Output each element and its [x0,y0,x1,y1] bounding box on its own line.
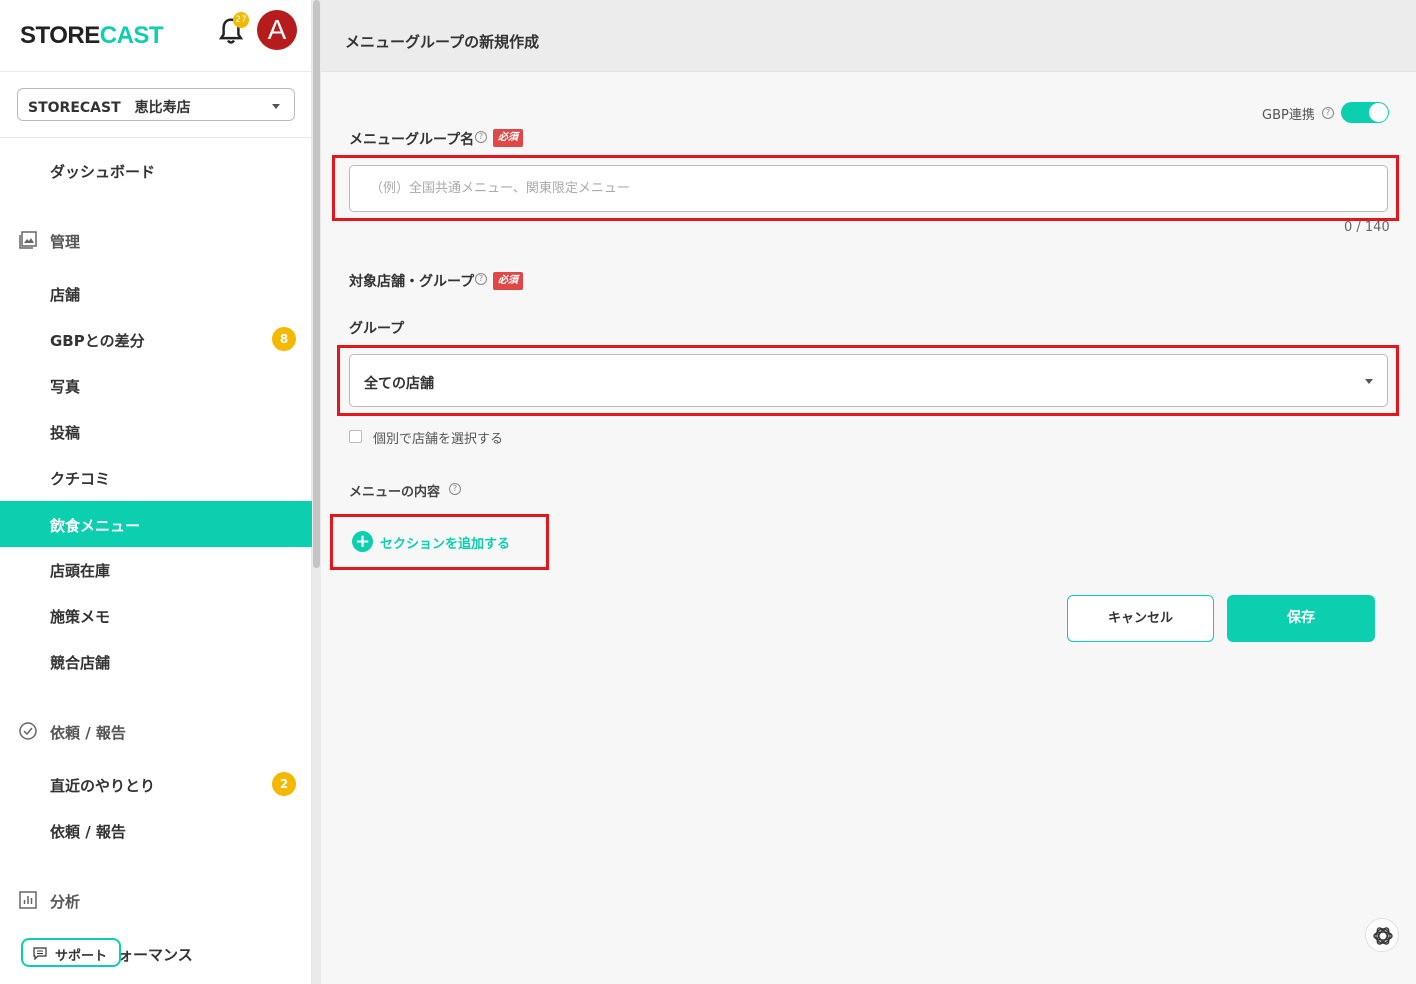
sidebar-item-store-inventory[interactable]: 店頭在庫 [0,546,312,592]
store-select-value: STORECAST 恵比寿店 [28,100,191,116]
chat-icon [33,947,47,960]
help-icon[interactable]: ? [1322,107,1334,119]
individual-store-checkbox[interactable] [349,430,362,443]
sidebar-item-competitors[interactable]: 競合店舗 [0,638,312,684]
help-icon[interactable]: ? [475,273,487,285]
store-select[interactable]: STORECAST 恵比寿店 [17,88,295,121]
sidebar-item-reviews[interactable]: クチコミ [0,454,312,500]
sidebar-item-dashboard[interactable]: ダッシュボード [0,147,312,193]
menu-group-name-input[interactable]: （例）全国共通メニュー、関東限定メニュー [349,165,1388,212]
user-avatar[interactable]: A [257,10,297,50]
cancel-button[interactable]: キャンセル [1067,595,1214,642]
openai-icon [1373,927,1393,945]
sidebar-section-analysis: 分析 [0,886,312,916]
gbp-diff-count-badge: 8 [272,327,296,351]
sidebar-section-manage: 管理 [0,226,312,256]
character-counter: 0 / 140 [1344,220,1390,235]
divider [0,137,312,138]
check-circle-icon [19,722,37,740]
group-select[interactable]: 全ての店舗 [349,354,1388,407]
sidebar-item-requests-reports[interactable]: 依頼 / 報告 [0,807,312,853]
sidebar-item-gbp-diff[interactable]: GBPとの差分 8 [0,316,312,362]
save-button[interactable]: 保存 [1227,595,1375,642]
sidebar-item-recent-exchanges[interactable]: 直近のやりとり 2 [0,761,312,807]
gbp-link-label: GBP連携 [1262,108,1315,123]
group-select-value: 全ての店舗 [364,376,434,392]
recent-exchanges-count-badge: 2 [272,772,296,796]
required-badge: 必須 [493,272,523,290]
individual-store-checkbox-label[interactable]: 個別で店舗を選択する [373,428,503,447]
sidebar-item-posts[interactable]: 投稿 [0,408,312,454]
menu-group-name-label: メニューグループ名 [349,132,475,148]
image-icon [19,231,37,249]
sidebar-header: STORECAST 27 A [0,0,312,72]
gbp-link-toggle[interactable] [1341,102,1389,123]
sidebar-scrollbar-thumb[interactable] [313,0,320,568]
support-button[interactable]: サポート [21,938,121,967]
page-header: メニューグループの新規作成 [321,0,1416,72]
help-icon[interactable]: ? [475,131,487,143]
sidebar-item-strategy-memo[interactable]: 施策メモ [0,592,312,638]
target-stores-label: 対象店舗・グループ [349,274,475,290]
sidebar: STORECAST 27 A STORECAST 恵比寿店 ダッシュボード 管理… [0,0,312,984]
sidebar-item-photos[interactable]: 写真 [0,362,312,408]
caret-down-icon [1365,379,1373,384]
bar-chart-icon [19,891,37,909]
menu-content-label: メニューの内容 [349,485,441,500]
sidebar-section-requests: 依頼 / 報告 [0,717,312,747]
toggle-knob [1369,103,1388,122]
notification-count-badge: 27 [233,12,249,28]
sidebar-item-food-menu[interactable]: 飲食メニュー [0,501,312,547]
help-icon[interactable]: ? [449,483,461,495]
sidebar-item-stores[interactable]: 店舗 [0,270,312,316]
group-label: グループ [349,321,405,337]
page-title: メニューグループの新規作成 [345,33,540,51]
ai-assistant-icon[interactable] [1365,918,1399,952]
storecast-logo[interactable]: STORECAST [20,22,164,50]
caret-down-icon [272,104,280,109]
required-badge: 必須 [493,129,523,147]
plus-circle-icon: + [352,531,373,552]
